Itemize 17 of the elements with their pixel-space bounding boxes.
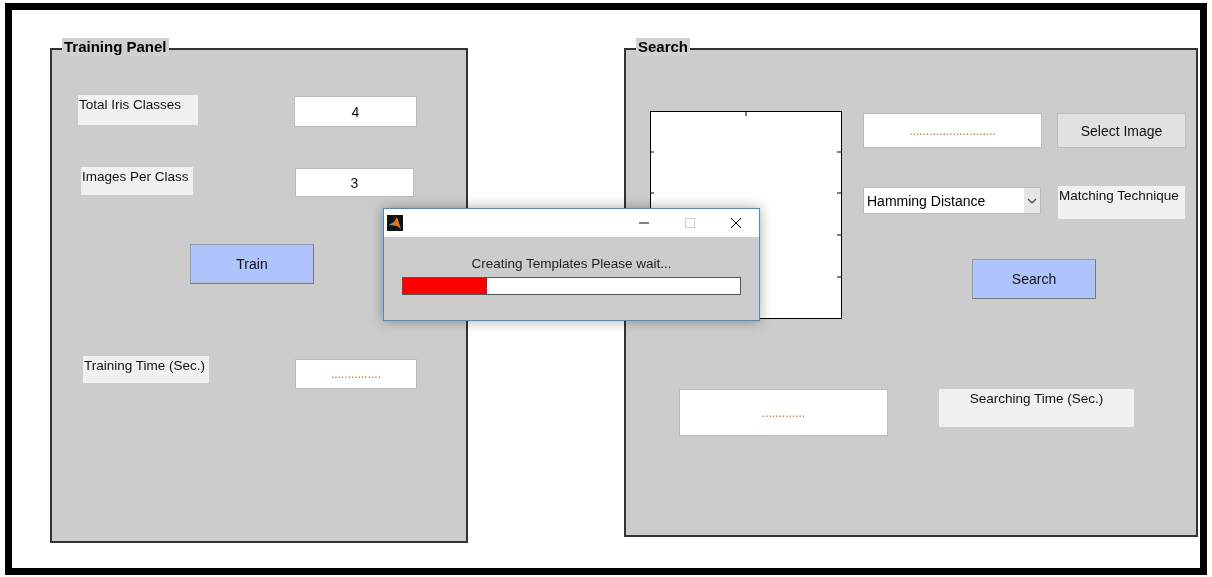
train-button[interactable]: Train <box>190 244 314 284</box>
app-logo-icon <box>387 215 403 231</box>
field-label: Matching Technique <box>1058 186 1185 219</box>
technique-dropdown[interactable]: Hamming Distance <box>863 187 1041 214</box>
panel-title: Search <box>636 38 691 56</box>
select-image-button[interactable]: Select Image <box>1057 113 1186 148</box>
progress-message: Creating Templates Please wait... <box>471 256 672 271</box>
field-label: Training Time (Sec.) <box>83 356 209 383</box>
panel-title: Training Panel <box>62 38 169 56</box>
field-label: Searching Time (Sec.) <box>939 389 1134 427</box>
search-button[interactable]: Search <box>972 259 1096 299</box>
close-icon[interactable] <box>730 217 742 229</box>
field-label: Total Iris Classes <box>78 95 198 125</box>
field-label: Images Per Class <box>81 167 193 195</box>
input-field[interactable]: 3 <box>295 168 414 197</box>
chevron-down-icon <box>1027 197 1037 204</box>
input-field[interactable]: 4 <box>294 96 417 127</box>
